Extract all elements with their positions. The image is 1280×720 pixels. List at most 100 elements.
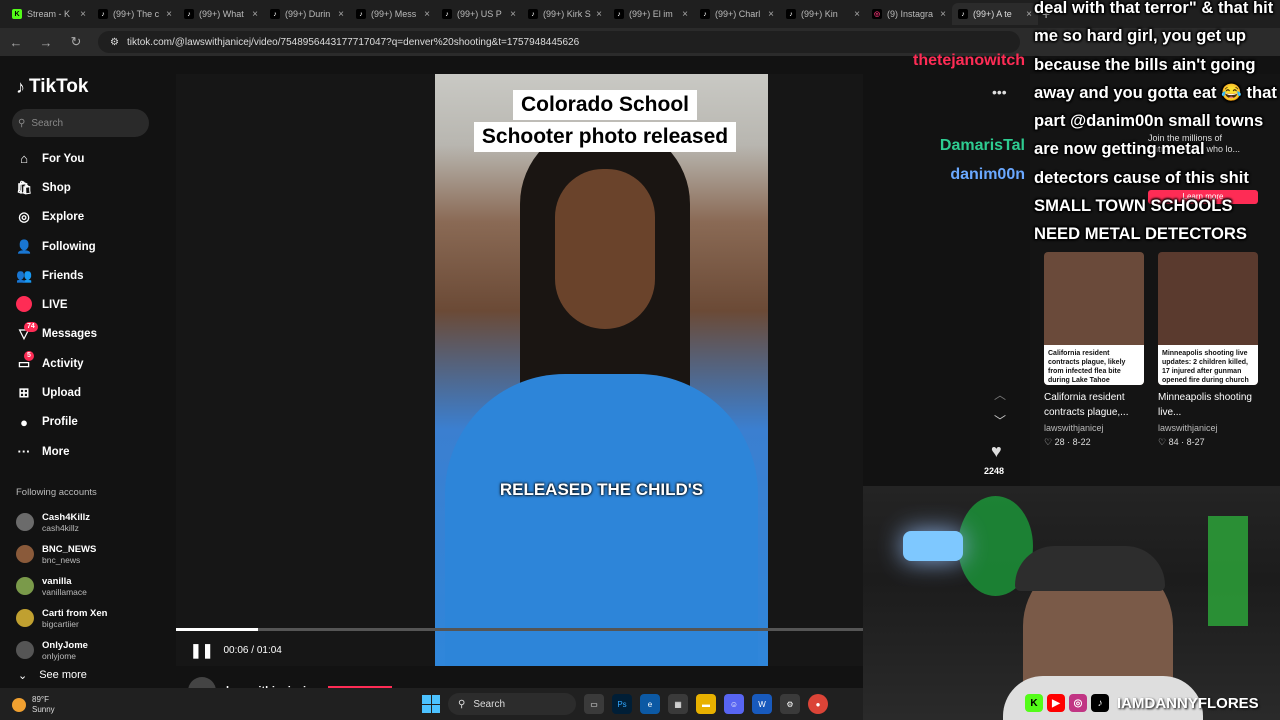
video-controls: ❚❚ 00:06 / 01:04 [190, 642, 282, 659]
taskbar-search[interactable]: ⚲ Search [448, 693, 576, 715]
followed-account[interactable]: vanilla vanillamace [16, 570, 107, 602]
sidebar-item-messages[interactable]: ▽ 74 Messages [16, 320, 166, 349]
recommended-title-2[interactable]: Minneapolis shooting live... [1158, 390, 1268, 420]
sidebar-item-explore[interactable]: ◎ Explore [16, 203, 166, 232]
windows-start-icon[interactable] [422, 695, 440, 713]
sidebar-item-more[interactable]: ··· More [16, 437, 166, 466]
search-input[interactable]: ⚲ Search [12, 109, 149, 137]
recommended-user-1[interactable]: lawswithjanicej [1044, 423, 1104, 433]
browser-tab[interactable]: ♪ (99+) Charl × [694, 3, 780, 25]
heart-icon[interactable]: ♥ [991, 441, 1002, 462]
account-name: BNC_NEWS [42, 543, 97, 555]
tab-close-icon[interactable]: × [252, 9, 258, 20]
recommended-thumb-1[interactable]: California resident contracts plague, li… [1044, 252, 1144, 385]
browser-tab[interactable]: ♪ (99+) Mess × [350, 3, 436, 25]
discord-icon[interactable]: ☺ [724, 694, 744, 714]
video-progress-bar[interactable] [176, 628, 863, 631]
tab-close-icon[interactable]: × [510, 9, 516, 20]
tab-close-icon[interactable]: × [338, 9, 344, 20]
logo-text: TikTok [29, 76, 89, 97]
weather-widget[interactable]: 89°F Sunny [12, 695, 55, 715]
browser-tab[interactable]: ♪ (99+) US P × [436, 3, 522, 25]
more-options-icon[interactable]: ••• [992, 84, 1007, 100]
word-icon[interactable]: W [752, 694, 772, 714]
tab-close-icon[interactable]: × [940, 9, 946, 20]
task-view-icon[interactable]: ▭ [584, 694, 604, 714]
sidebar-item-friends[interactable]: 👥 Friends [16, 261, 166, 290]
sidebar-item-activity[interactable]: ▭ 5 Activity [16, 349, 166, 378]
recommended-title-1[interactable]: California resident contracts plague,... [1044, 390, 1154, 420]
see-more-button[interactable]: ⌄ See more [18, 669, 87, 682]
sidebar-item-shop[interactable]: 🛍 Shop [16, 173, 166, 202]
account-handle: bigcartiier [42, 618, 79, 629]
pause-icon[interactable]: ❚❚ [190, 642, 213, 659]
like-count: 2248 [984, 466, 1005, 476]
browser-tab[interactable]: ♪ (99+) A te × [952, 3, 1038, 25]
search-placeholder: Search [31, 117, 64, 129]
browser-tab[interactable]: ♪ (99+) Kirk S × [522, 3, 608, 25]
tab-close-icon[interactable]: × [1026, 9, 1032, 20]
file-explorer-icon[interactable]: ▬ [696, 694, 716, 714]
recommended-stats-1: ♡ 28 · 8-22 [1044, 437, 1091, 447]
reload-icon[interactable]: ↻ [68, 34, 84, 50]
followed-account[interactable]: Carti from Xen bigcartiier [16, 602, 107, 634]
site-info-icon[interactable]: ⚙ [110, 37, 119, 48]
upload-icon: ⊞ [18, 385, 30, 401]
browser-tab[interactable]: ♪ (99+) El im × [608, 3, 694, 25]
explore-icon: ◎ [18, 209, 30, 225]
tab-label: (99+) Charl [715, 9, 761, 19]
video-player[interactable] [435, 74, 768, 666]
back-icon[interactable]: ← [8, 35, 24, 50]
browser-tab[interactable]: ♪ (99+) What × [178, 3, 264, 25]
followed-account[interactable]: BNC_NEWS bnc_news [16, 538, 107, 570]
forward-icon[interactable]: → [38, 35, 54, 50]
sidebar-item-live[interactable]: LIVE [16, 290, 166, 319]
sidebar-item-upload[interactable]: ⊞ Upload [16, 378, 166, 407]
video-subtitle: RELEASED THE CHILD'S [499, 480, 704, 499]
search-icon: ⚲ [18, 117, 26, 129]
browser-tab[interactable]: ♪ (99+) The c × [92, 3, 178, 25]
tab-favicon: ♪ [614, 9, 624, 19]
streamer-socials: K ▶ ◎ ♪ IAMDANNYFLORES [1025, 694, 1259, 712]
tab-close-icon[interactable]: × [424, 9, 430, 20]
followed-account[interactable]: Cash4Killz cash4killz [16, 506, 107, 538]
sidebar-item-following[interactable]: 👤 Following [16, 232, 166, 261]
avatar [16, 513, 34, 531]
sidebar-nav: ⌂ For You 🛍 Shop ◎ Explore 👤 Following 👥 Friends L… [16, 144, 166, 466]
webcam-green-light-right [1208, 516, 1248, 626]
sidebar-item-label: Shop [42, 181, 71, 194]
edge-icon[interactable]: e [640, 694, 660, 714]
next-video-icon[interactable]: ﹀ [994, 412, 1006, 429]
previous-video-icon[interactable]: ︿ [994, 386, 1006, 403]
sidebar: ♪ TikTok ⚲ Search ⌂ For You 🛍 Shop ◎ Explore 👤… [0, 56, 176, 688]
app-icon[interactable]: ⚙ [780, 694, 800, 714]
tab-favicon: ♪ [270, 9, 280, 19]
tab-close-icon[interactable]: × [596, 9, 602, 20]
url-field[interactable]: ⚙ tiktok.com/@lawswithjanicej/video/7548… [98, 31, 1020, 53]
tab-close-icon[interactable]: × [80, 9, 86, 20]
account-text: OnlyJome onlyjome [42, 640, 88, 661]
weather-cond: Sunny [32, 705, 55, 714]
photoshop-icon[interactable]: Ps [612, 694, 632, 714]
tiktok-logo[interactable]: ♪ TikTok [16, 76, 88, 98]
sidebar-item-profile[interactable]: ● Profile [16, 408, 166, 437]
tab-favicon: ♪ [700, 9, 710, 19]
followed-account[interactable]: OnlyJome onlyjome [16, 634, 107, 666]
browser-tab[interactable]: K Stream - K × [6, 3, 92, 25]
tab-close-icon[interactable]: × [166, 9, 172, 20]
chrome-icon[interactable]: ● [808, 694, 828, 714]
shop-icon: 🛍 [16, 179, 33, 195]
tab-close-icon[interactable]: × [854, 9, 860, 20]
tab-close-icon[interactable]: × [682, 9, 688, 20]
browser-tab[interactable]: ◎ (9) Instagra × [866, 3, 952, 25]
sidebar-item-for-you[interactable]: ⌂ For You [16, 144, 166, 173]
weather-temp: 89°F [32, 695, 49, 704]
recommended-user-2[interactable]: lawswithjanicej [1158, 423, 1218, 433]
tab-favicon: ♪ [786, 9, 796, 19]
recommended-thumb-2[interactable]: Minneapolis shooting live updates: 2 chi… [1158, 252, 1258, 385]
browser-tab[interactable]: ♪ (99+) Durin × [264, 3, 350, 25]
browser-tab[interactable]: ♪ (99+) Kin × [780, 3, 866, 25]
tab-close-icon[interactable]: × [768, 9, 774, 20]
stream-chat-message: deal with that terror" & that hit me so … [1034, 0, 1277, 244]
store-icon[interactable]: ▦ [668, 694, 688, 714]
